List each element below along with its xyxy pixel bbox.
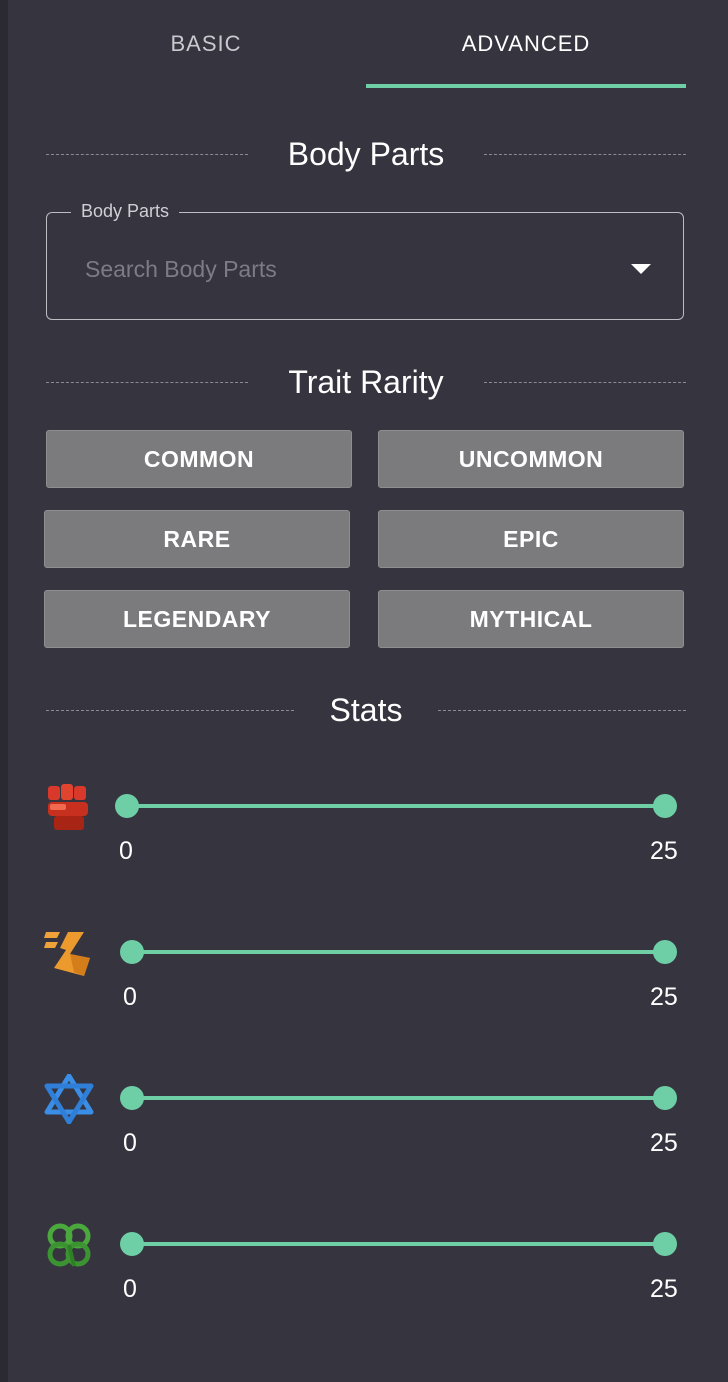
slider-min-value: 0	[123, 1275, 137, 1303]
tab-bar: BASIC ADVANCED	[46, 0, 686, 88]
trait-rarity-header: Trait Rarity	[46, 362, 686, 402]
stat-slider-row: 0 25	[8, 1072, 728, 1172]
star-of-david-icon	[44, 1074, 94, 1124]
slider-max-thumb[interactable]	[653, 940, 677, 964]
body-parts-search-input[interactable]	[83, 251, 607, 287]
slider-max-value: 25	[650, 1275, 678, 1303]
slider-track	[132, 1096, 666, 1100]
slider-max-thumb[interactable]	[653, 794, 677, 818]
slider-track	[132, 950, 666, 954]
slider-max-thumb[interactable]	[653, 1086, 677, 1110]
slider-min-thumb[interactable]	[120, 940, 144, 964]
rarity-uncommon-button[interactable]: UNCOMMON	[378, 430, 684, 488]
slider-min-thumb[interactable]	[120, 1086, 144, 1110]
slider-track	[128, 804, 666, 808]
divider	[438, 710, 686, 711]
slider-max-value: 25	[650, 983, 678, 1011]
rarity-epic-button[interactable]: EPIC	[378, 510, 684, 568]
chevron-down-icon[interactable]	[631, 264, 651, 274]
tab-basic[interactable]: BASIC	[46, 0, 366, 88]
slider-max-thumb[interactable]	[653, 1232, 677, 1256]
clover-icon	[47, 1223, 91, 1267]
divider	[484, 154, 686, 155]
body-parts-select[interactable]: Body Parts	[46, 201, 684, 320]
panel-edge	[0, 0, 8, 1382]
body-parts-header: Body Parts	[46, 134, 686, 174]
rarity-mythical-button[interactable]: MYTHICAL	[378, 590, 684, 648]
slider-min-value: 0	[123, 1129, 137, 1157]
stat-slider-row: 0 25	[8, 926, 728, 1026]
stats-header: Stats	[46, 690, 686, 730]
slider-track	[132, 1242, 666, 1246]
rarity-rare-button[interactable]: RARE	[44, 510, 350, 568]
slider-max-value: 25	[650, 1129, 678, 1157]
rarity-legendary-button[interactable]: LEGENDARY	[44, 590, 350, 648]
filter-panel: BASIC ADVANCED Body Parts Body Parts Tra…	[8, 0, 728, 1382]
rarity-common-button[interactable]: COMMON	[46, 430, 352, 488]
slider-min-thumb[interactable]	[120, 1232, 144, 1256]
divider	[484, 382, 686, 383]
slider-min-value: 0	[123, 983, 137, 1011]
stat-slider-row: 0 25	[8, 1218, 728, 1318]
slider-min-value: 0	[119, 837, 133, 865]
body-parts-field-label: Body Parts	[71, 201, 180, 222]
slider-max-value: 25	[650, 837, 678, 865]
fist-icon	[48, 784, 88, 830]
speed-icon	[44, 932, 90, 976]
slider-min-thumb[interactable]	[115, 794, 139, 818]
active-tab-indicator	[366, 84, 686, 88]
tab-advanced[interactable]: ADVANCED	[366, 0, 686, 88]
stat-slider-row: 0 25	[8, 780, 728, 880]
